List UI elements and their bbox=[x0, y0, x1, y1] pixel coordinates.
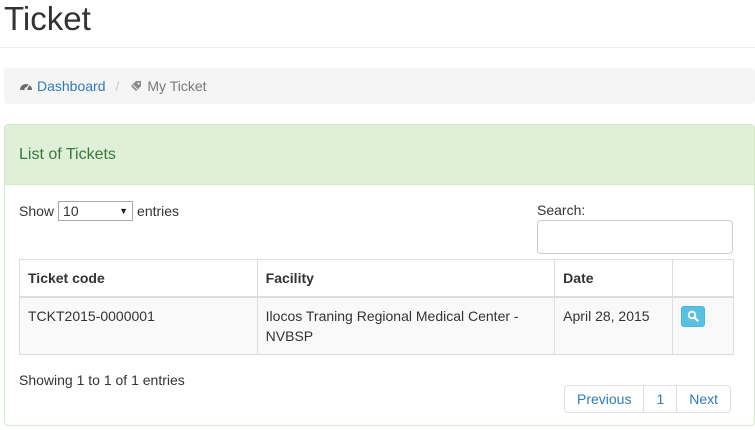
search-control: Search: bbox=[537, 202, 733, 254]
breadcrumb: Dashboard / My Ticket bbox=[4, 68, 755, 104]
dashboard-icon bbox=[20, 84, 32, 91]
table-info: Showing 1 to 1 of 1 entries bbox=[19, 372, 185, 388]
table-header-row: Ticket code Facility Date bbox=[19, 259, 734, 298]
pagination-page-1[interactable]: 1 bbox=[643, 386, 677, 412]
breadcrumb-separator: / bbox=[115, 78, 120, 94]
entries-select[interactable]: 10 ▼ bbox=[58, 201, 134, 221]
search-label: Search: bbox=[537, 202, 586, 218]
column-header-action bbox=[672, 259, 734, 298]
entries-length-control: Show 10 ▼ entries bbox=[19, 201, 179, 221]
column-header-ticket-code[interactable]: Ticket code bbox=[19, 259, 258, 298]
cell-date: April 28, 2015 bbox=[554, 296, 674, 355]
entries-select-value: 10 bbox=[63, 203, 79, 219]
pagination: Previous 1 Next bbox=[564, 385, 732, 413]
cell-ticket-code: TCKT2015-0000001 bbox=[19, 296, 258, 355]
entries-label: entries bbox=[137, 203, 180, 219]
view-ticket-button[interactable] bbox=[681, 305, 706, 327]
page-header: Ticket bbox=[0, 0, 755, 48]
tickets-panel: List of Tickets Show 10 ▼ entries Search… bbox=[4, 124, 755, 426]
cell-action bbox=[672, 296, 734, 355]
pagination-next[interactable]: Next bbox=[676, 386, 731, 412]
pagination-previous[interactable]: Previous bbox=[565, 386, 644, 412]
show-label: Show bbox=[19, 203, 55, 219]
breadcrumb-label-my-ticket: My Ticket bbox=[147, 78, 207, 94]
cell-facility: Ilocos Traning Regional Medical Center -… bbox=[256, 296, 556, 355]
search-icon bbox=[687, 310, 699, 322]
breadcrumb-item-dashboard[interactable]: Dashboard bbox=[19, 78, 106, 94]
search-input[interactable] bbox=[537, 220, 733, 254]
panel-heading: List of Tickets bbox=[5, 125, 754, 185]
tickets-table: Ticket code Facility Date TCKT2015-00000… bbox=[19, 259, 734, 355]
table-row: TCKT2015-0000001 Ilocos Traning Regional… bbox=[19, 296, 734, 355]
page-title: Ticket bbox=[4, 0, 91, 37]
column-header-date[interactable]: Date bbox=[554, 259, 674, 298]
breadcrumb-link-dashboard[interactable]: Dashboard bbox=[37, 78, 106, 94]
breadcrumb-item-my-ticket: My Ticket bbox=[129, 78, 207, 94]
chevron-down-icon: ▼ bbox=[119, 206, 129, 216]
column-header-facility[interactable]: Facility bbox=[256, 259, 556, 298]
panel-title: List of Tickets bbox=[19, 145, 116, 163]
ticket-icon bbox=[131, 81, 142, 91]
